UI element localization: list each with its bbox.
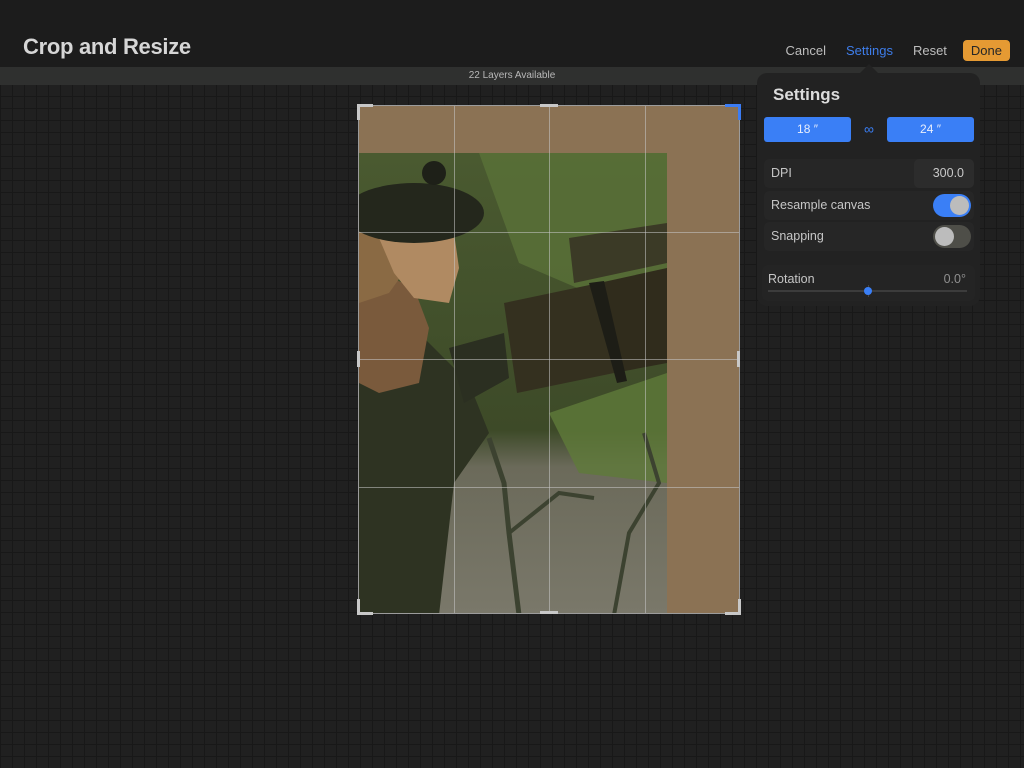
panel-caret: [860, 64, 878, 73]
snapping-toggle[interactable]: [933, 225, 971, 248]
toggle-knob: [950, 196, 969, 215]
art-hat-pom: [422, 161, 446, 185]
snapping-label: Snapping: [771, 229, 824, 243]
snapping-row: Snapping: [764, 222, 974, 251]
resample-row: Resample canvas: [764, 191, 974, 220]
cancel-button[interactable]: Cancel: [786, 43, 826, 58]
rotation-value: 0.0°: [943, 272, 966, 286]
crop-handle-bottom-right[interactable]: [725, 599, 741, 615]
resample-toggle[interactable]: [933, 194, 971, 217]
dpi-row: DPI 300.0: [764, 159, 974, 188]
top-bar: Crop and Resize Cancel Settings Reset Do…: [0, 0, 1024, 67]
crop-handle-top-left[interactable]: [357, 104, 373, 120]
crop-handle-bottom-left[interactable]: [357, 599, 373, 615]
toggle-knob: [935, 227, 954, 246]
grid-line: [359, 359, 739, 360]
settings-panel: Settings 18 ″ ∞ 24 ″ DPI 300.0 Resample …: [757, 73, 980, 306]
page-title: Crop and Resize: [23, 34, 191, 59]
grid-line: [359, 232, 739, 233]
grid-line: [359, 487, 739, 488]
panel-title: Settings: [773, 85, 841, 104]
link-icon[interactable]: ∞: [860, 121, 878, 137]
dpi-field[interactable]: 300.0: [914, 159, 974, 188]
settings-button[interactable]: Settings: [846, 43, 893, 58]
crop-handle-top-right[interactable]: [725, 104, 741, 120]
crop-handle-bottom[interactable]: [540, 611, 558, 614]
top-actions: Cancel Settings Reset Done: [766, 40, 1010, 61]
dpi-label: DPI: [771, 166, 792, 180]
crop-handle-right[interactable]: [737, 351, 740, 367]
rotation-label: Rotation: [768, 272, 815, 286]
width-field[interactable]: 18 ″: [764, 117, 851, 142]
height-field[interactable]: 24 ″: [887, 117, 974, 142]
crop-handle-left[interactable]: [357, 351, 360, 367]
resample-label: Resample canvas: [771, 198, 871, 212]
rotation-slider-thumb[interactable]: [863, 287, 872, 295]
rotation-control: Rotation 0.0°: [762, 265, 975, 301]
done-button[interactable]: Done: [962, 40, 1010, 61]
reset-button[interactable]: Reset: [913, 43, 947, 58]
artwork-image: [359, 153, 667, 613]
rotation-slider[interactable]: [768, 285, 967, 297]
crop-frame[interactable]: [358, 105, 740, 614]
crop-handle-top[interactable]: [540, 104, 558, 107]
